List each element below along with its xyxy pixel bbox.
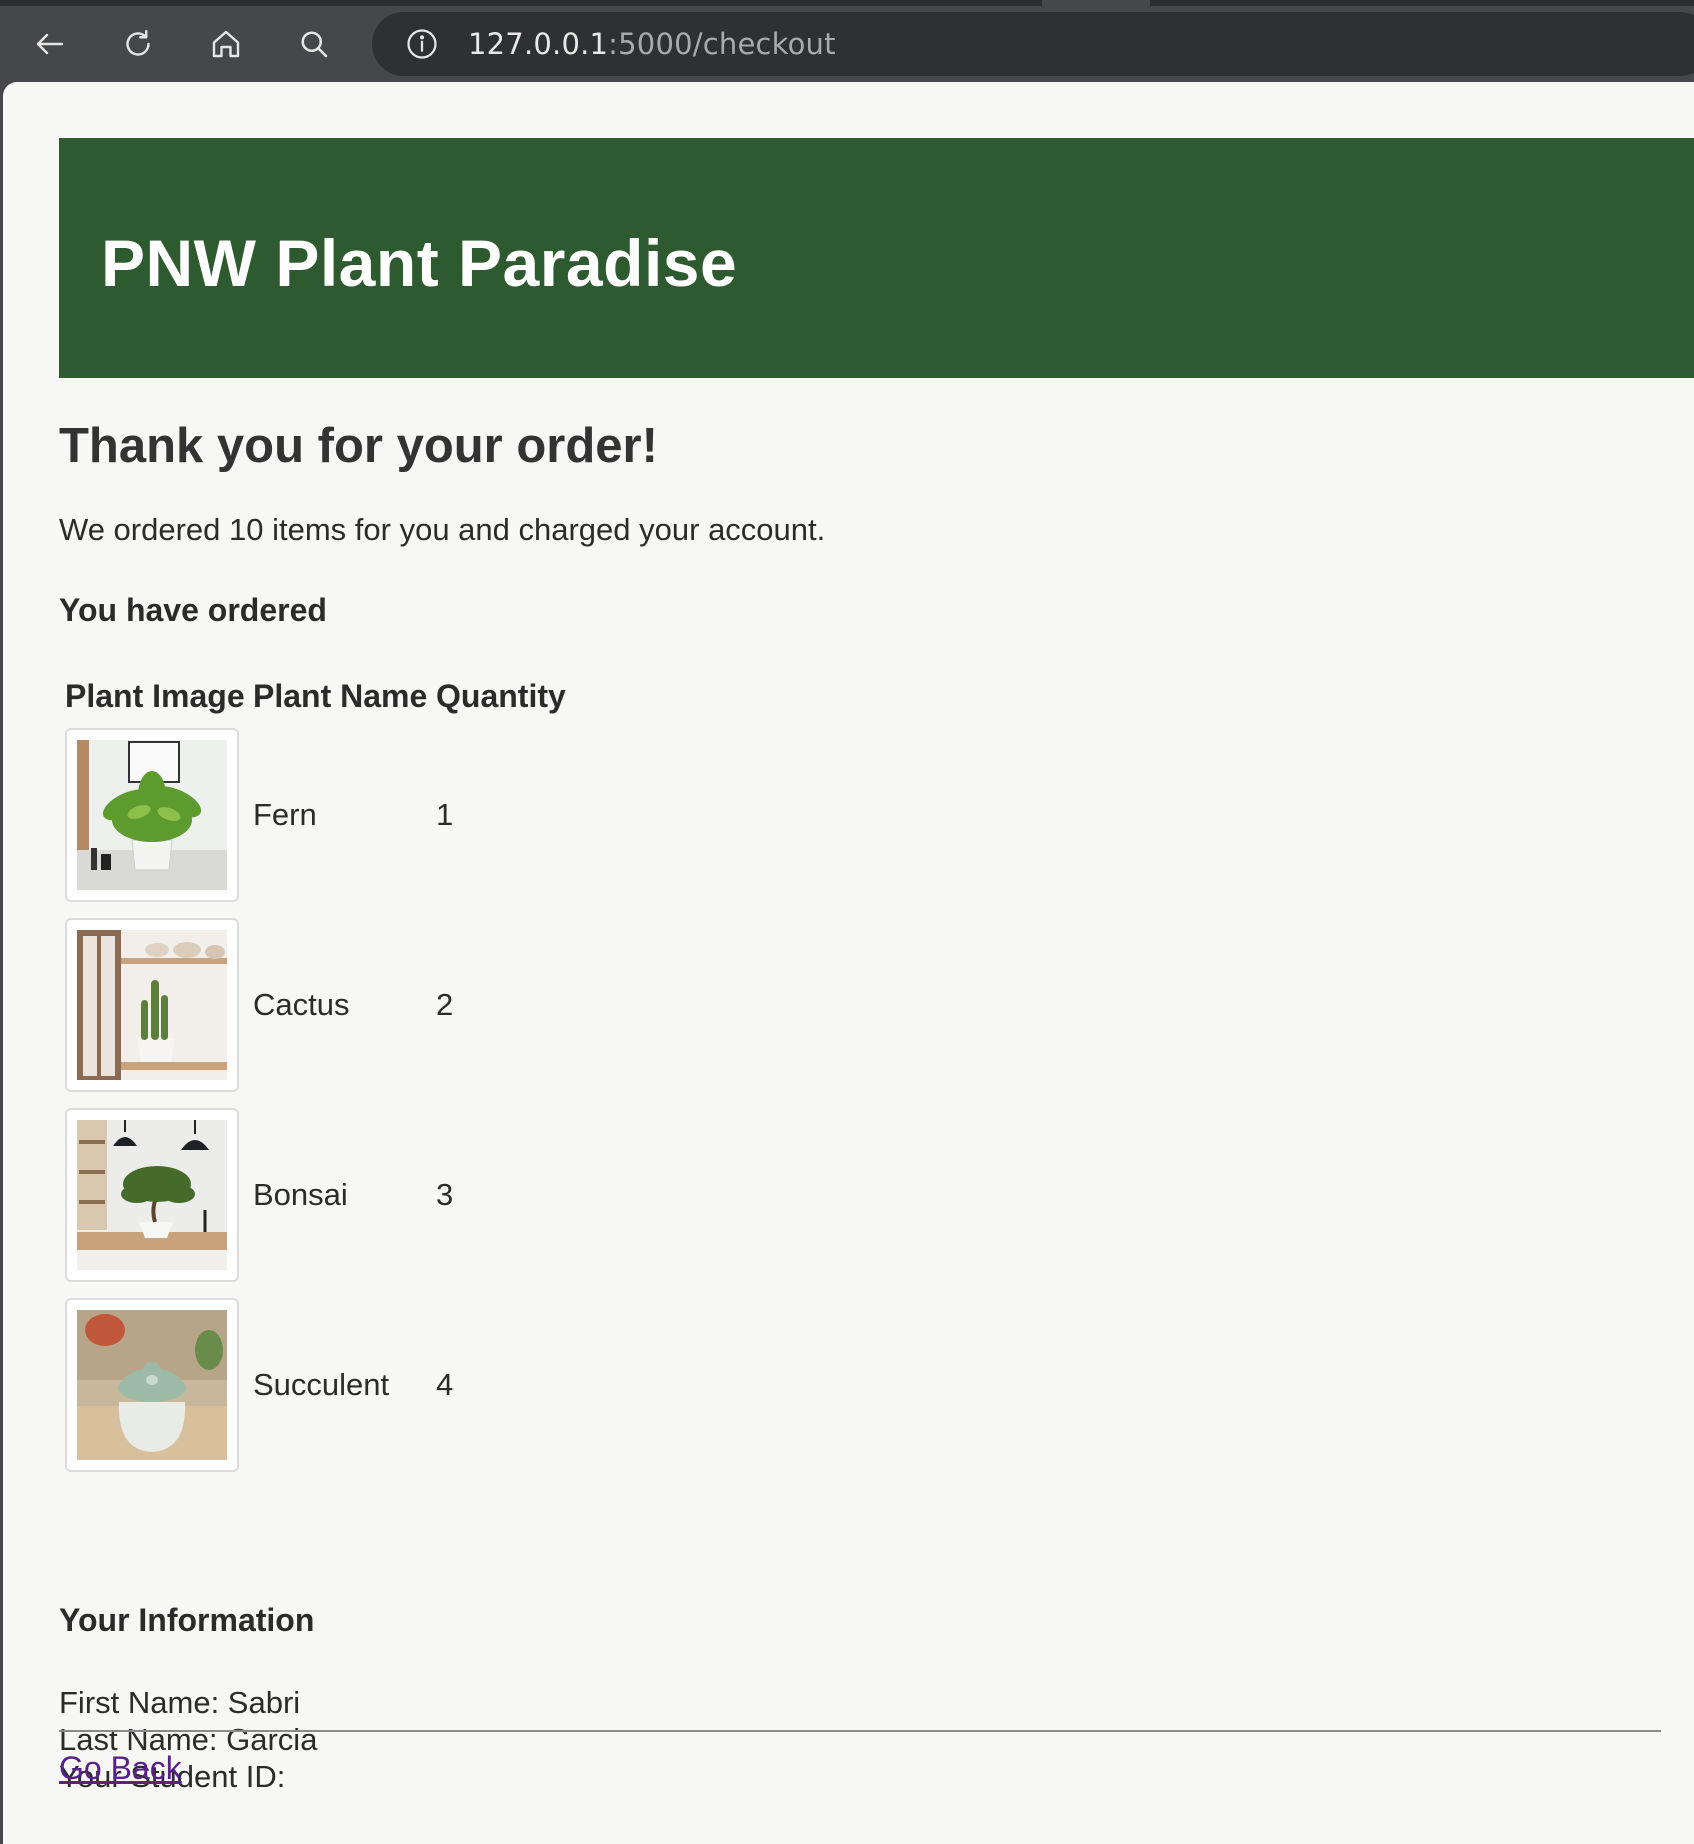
plant-quantity: 1 <box>436 797 454 832</box>
plant-quantity: 2 <box>436 987 454 1022</box>
table-row: Bonsai 3 <box>65 1100 569 1290</box>
back-arrow-icon <box>36 33 64 55</box>
order-table: Plant Image Plant Name Quantity Fern 1 C… <box>65 678 569 1480</box>
plant-name: Cactus <box>253 987 350 1022</box>
site-title: PNW Plant Paradise <box>101 226 738 300</box>
address-bar[interactable]: 127.0.0.1:5000/checkout <box>372 12 1694 76</box>
plant-quantity: 3 <box>436 1177 454 1212</box>
browser-toolbar: 127.0.0.1:5000/checkout <box>0 0 1694 84</box>
order-summary: We ordered 10 items for you and charged … <box>59 512 826 547</box>
table-row: Succulent 4 <box>65 1290 569 1480</box>
home-icon <box>212 30 240 58</box>
bonsai-image <box>65 1108 239 1282</box>
search-button[interactable] <box>288 18 340 70</box>
reload-button[interactable] <box>112 18 164 70</box>
table-header-row: Plant Image Plant Name Quantity <box>65 678 569 720</box>
table-row: Cactus 2 <box>65 910 569 1100</box>
home-button[interactable] <box>200 18 252 70</box>
column-header: Plant Image <box>65 678 245 714</box>
search-icon <box>301 31 328 58</box>
ordered-heading: You have ordered <box>59 592 327 628</box>
page-heading: Thank you for your order! <box>59 419 658 473</box>
info-heading: Your Information <box>59 1602 315 1638</box>
go-back-link[interactable]: Go Back <box>59 1750 182 1787</box>
page-viewport: PNW Plant Paradise Thank you for your or… <box>3 82 1694 1844</box>
tab-strip-edge <box>1150 0 1694 6</box>
back-button[interactable] <box>24 18 76 70</box>
url-text: 127.0.0.1:5000/checkout <box>468 27 836 61</box>
plant-name: Succulent <box>253 1367 390 1402</box>
first-name-text: First Name: Sabri <box>59 1685 301 1720</box>
fern-image <box>65 728 239 902</box>
site-header: PNW Plant Paradise <box>59 138 1694 378</box>
plant-name: Fern <box>253 797 317 832</box>
column-header: Quantity <box>436 678 566 714</box>
tab-strip-edge <box>0 0 1042 6</box>
reload-icon <box>126 30 150 56</box>
divider <box>59 1730 1661 1732</box>
column-header: Plant Name <box>253 678 428 714</box>
site-info-icon[interactable] <box>402 24 442 64</box>
table-row: Fern 1 <box>65 720 569 910</box>
cactus-image <box>65 918 239 1092</box>
plant-name: Bonsai <box>253 1177 348 1212</box>
plant-quantity: 4 <box>436 1367 454 1402</box>
succulent-image <box>65 1298 239 1472</box>
